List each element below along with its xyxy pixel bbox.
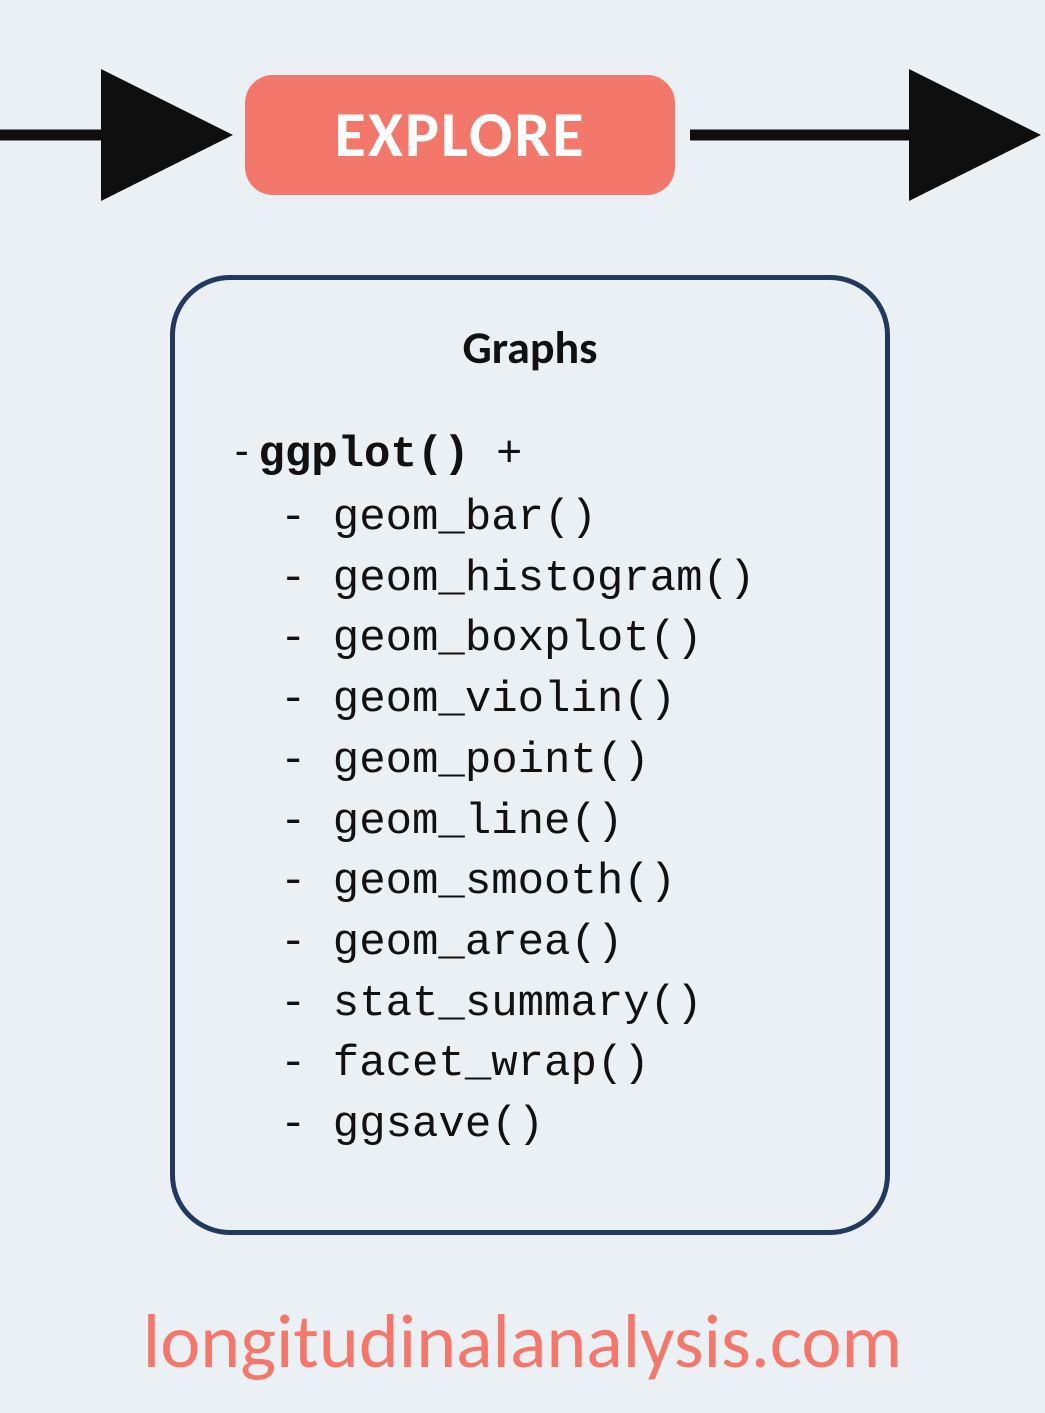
main-suffix: + [470,430,523,480]
footer-link: longitudinalanalysis.com [0,1296,1045,1388]
graphs-card: Graphs - ggplot() + - geom_bar()- geom_h… [170,275,890,1235]
function-item: - facet_wrap() [280,1034,835,1095]
function-item: - ggsave() [280,1095,835,1156]
function-item: - geom_area() [280,913,835,974]
function-item: - stat_summary() [280,974,835,1035]
function-item: - geom_smooth() [280,852,835,913]
card-title: Graphs [225,320,835,376]
function-item: - geom_line() [280,792,835,853]
function-item: - geom_histogram() [280,549,835,610]
function-item: - geom_point() [280,731,835,792]
main-function-line: - ggplot() + [235,424,835,480]
stage-badge-explore: EXPLORE [245,75,675,195]
function-list: - geom_bar()- geom_histogram()- geom_box… [280,488,835,1156]
stage-badge-label: EXPLORE [335,96,586,174]
function-item: - geom_bar() [280,488,835,549]
main-function: ggplot() [258,430,469,480]
function-item: - geom_violin() [280,670,835,731]
function-item: - geom_boxplot() [280,609,835,670]
